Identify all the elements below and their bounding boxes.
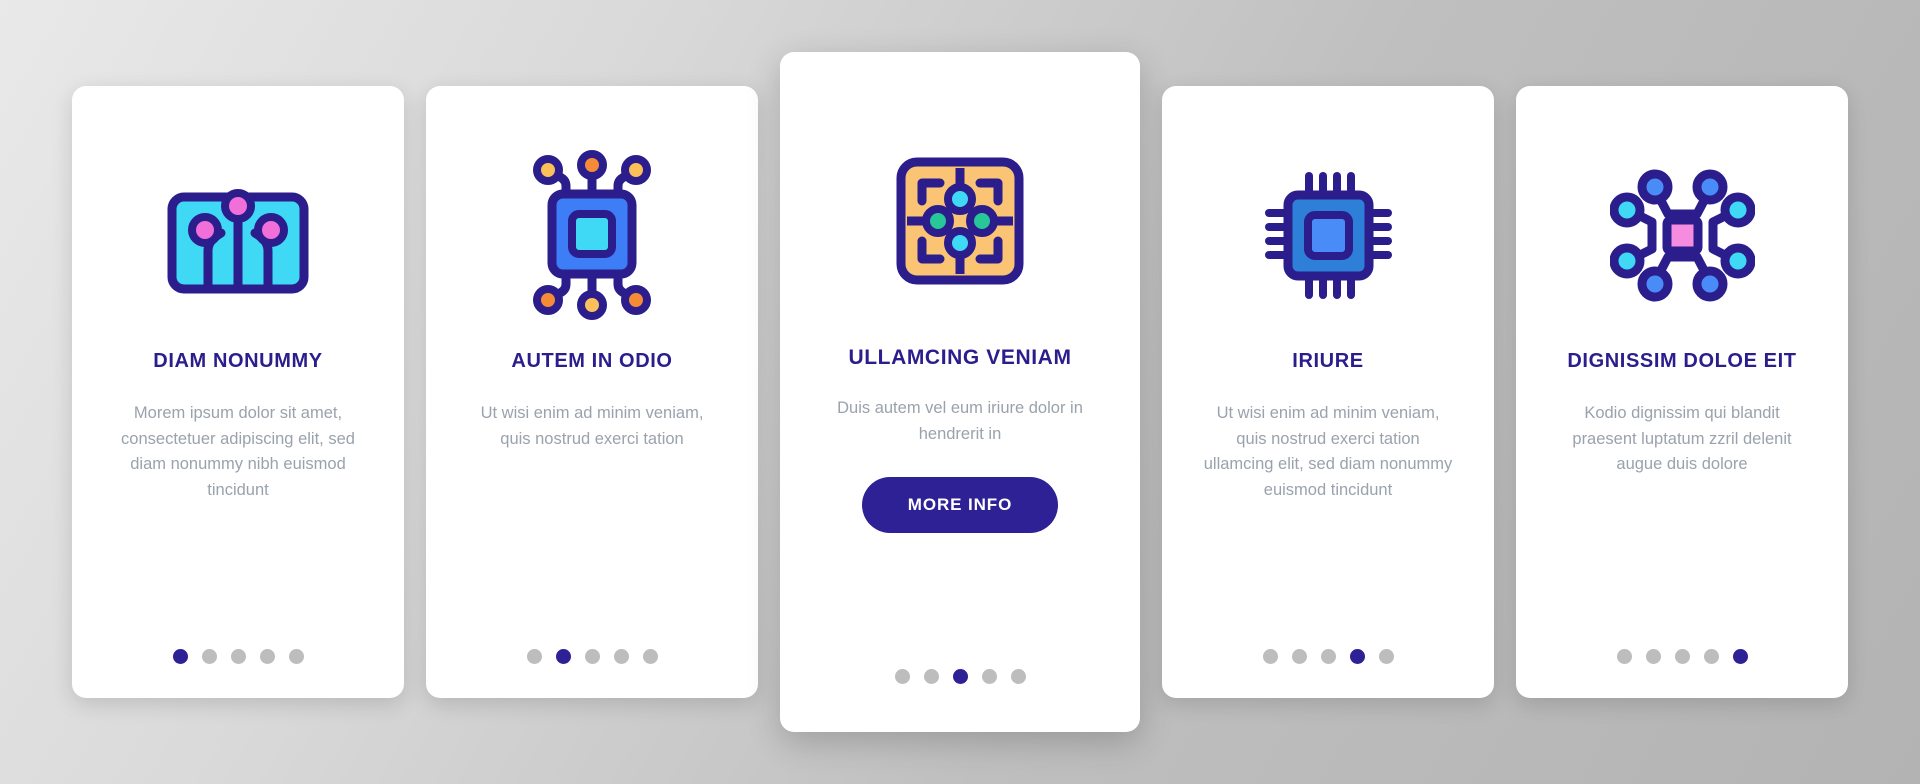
pagination-dots[interactable] [1516, 649, 1848, 664]
card-title: DIAM NONUMMY [153, 350, 323, 372]
pagination-dot[interactable] [1378, 649, 1394, 664]
card-title: ULLAMCING VENIAM [848, 346, 1072, 369]
circuit-board-icon [163, 175, 313, 295]
pagination-dot[interactable] [259, 649, 275, 664]
pagination-dot[interactable] [1349, 649, 1365, 664]
pagination-dot[interactable] [981, 669, 997, 684]
pagination-dot[interactable] [923, 669, 939, 684]
onboarding-card-4[interactable]: IRIURE Ut wisi enim ad minim veniam, qui… [1162, 86, 1494, 698]
quad-core-chip-icon [895, 156, 1025, 286]
pagination-dot[interactable] [1262, 649, 1278, 664]
ai-chip-nodes-icon [522, 150, 662, 320]
more-info-button[interactable]: MORE INFO [861, 477, 1059, 534]
card-title: DIGNISSIM DOLOE EIT [1567, 350, 1797, 372]
pagination-dot[interactable] [1703, 649, 1719, 664]
pagination-dot[interactable] [952, 669, 968, 684]
pagination-dot[interactable] [1732, 649, 1748, 664]
neural-network-nodes-icon [1609, 168, 1755, 303]
pagination-dot[interactable] [1616, 649, 1632, 664]
pagination-dot[interactable] [1010, 669, 1026, 684]
onboarding-card-5[interactable]: DIGNISSIM DOLOE EIT Kodio dignissim qui … [1516, 86, 1848, 698]
pagination-dot[interactable] [172, 649, 188, 664]
card-body-text: Ut wisi enim ad minim veniam, quis nostr… [480, 404, 704, 448]
icon-container [806, 96, 1114, 346]
pagination-dot[interactable] [526, 649, 542, 664]
pagination-dot[interactable] [1674, 649, 1690, 664]
card-body-text: Duis autem vel eum iriure dolor in hendr… [837, 399, 1083, 443]
pagination-dots[interactable] [72, 649, 404, 664]
card-body-text: Ut wisi enim ad minim veniam, quis nostr… [1203, 404, 1453, 499]
pagination-dot[interactable] [584, 649, 600, 664]
pagination-dot[interactable] [288, 649, 304, 664]
pagination-dot[interactable] [555, 649, 571, 664]
pagination-dot[interactable] [642, 649, 658, 664]
icon-container [452, 120, 732, 350]
pagination-dot[interactable] [1320, 649, 1336, 664]
pagination-dot[interactable] [613, 649, 629, 664]
onboarding-card-2[interactable]: AUTEM IN ODIO Ut wisi enim ad minim veni… [426, 86, 758, 698]
pagination-dots[interactable] [1162, 649, 1494, 664]
pagination-dots[interactable] [780, 669, 1140, 684]
icon-container [98, 120, 378, 350]
icon-container [1188, 120, 1468, 350]
card-body-text: Kodio dignissim qui blandit praesent lup… [1572, 404, 1792, 474]
onboarding-card-3-featured[interactable]: ULLAMCING VENIAM Duis autem vel eum iriu… [780, 52, 1140, 732]
onboarding-card-1[interactable]: DIAM NONUMMY Morem ipsum dolor sit amet,… [72, 86, 404, 698]
card-title: AUTEM IN ODIO [511, 350, 673, 372]
card-body-text: Morem ipsum dolor sit amet, consectetuer… [121, 404, 355, 499]
pagination-dot[interactable] [201, 649, 217, 664]
processor-cpu-icon [1261, 168, 1396, 303]
pagination-dot[interactable] [1645, 649, 1661, 664]
icon-container [1542, 120, 1822, 350]
pagination-dot[interactable] [894, 669, 910, 684]
card-title: IRIURE [1292, 350, 1364, 372]
pagination-dot[interactable] [230, 649, 246, 664]
pagination-dot[interactable] [1291, 649, 1307, 664]
pagination-dots[interactable] [426, 649, 758, 664]
onboarding-card-carousel: DIAM NONUMMY Morem ipsum dolor sit amet,… [0, 0, 1920, 784]
